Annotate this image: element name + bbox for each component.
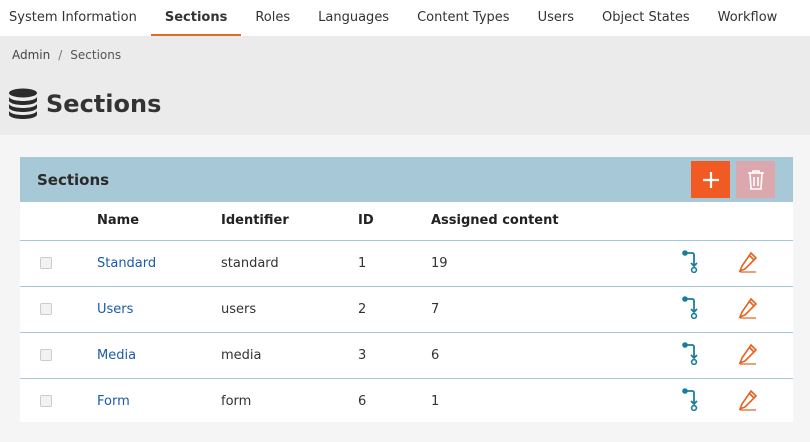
column-header-id: ID [358,202,431,241]
breadcrumb-current: Sections [70,48,122,62]
assigned-content-count: 19 [431,240,679,287]
section-id: 2 [358,286,431,333]
panel-title: Sections [37,170,110,189]
tab-content-types[interactable]: Content Types [403,0,523,36]
section-id: 6 [358,393,367,409]
database-icon [9,88,37,119]
table-row: Standard standard 1 19 [20,240,793,287]
table-row: Form form 6 1 [20,378,793,424]
section-name-link[interactable]: Standard [97,256,156,271]
pencil-icon [738,343,758,365]
content-area: Sections Name Identifier ID Assigned con… [0,135,810,442]
column-header-identifier: Identifier [221,202,358,241]
tab-sections[interactable]: Sections [150,0,242,36]
section-id: 1 [358,240,431,287]
edit-section-button[interactable] [736,342,760,366]
tab-workflow[interactable]: Workflow [704,0,792,36]
pencil-icon [738,297,758,319]
section-name-link[interactable]: Form [97,394,130,409]
section-identifier: users [221,286,358,333]
breadcrumb: Admin / Sections [12,48,121,62]
edit-section-button[interactable] [736,250,760,274]
panel-actions [691,161,775,198]
section-name-link[interactable]: Users [97,302,133,317]
row-checkbox[interactable] [40,257,52,269]
assign-icon [682,250,698,273]
column-header-assigned-content: Assigned content [431,202,679,241]
tab-languages[interactable]: Languages [304,0,403,36]
table-row: Media media 3 6 [20,332,793,379]
table-row: Users users 2 7 [20,286,793,333]
breadcrumb-admin-link[interactable]: Admin [12,48,50,62]
tab-object-states[interactable]: Object States [588,0,704,36]
section-id: 3 [358,332,431,379]
tab-system-information[interactable]: System Information [0,0,151,36]
section-identifier: form [221,393,252,409]
select-column-header [20,202,97,241]
edit-section-button[interactable] [736,388,760,412]
assign-icon [682,342,698,365]
page-title: Sections [46,90,162,118]
breadcrumb-separator: / [58,48,63,62]
pencil-icon [738,389,758,411]
row-checkbox[interactable] [40,349,52,361]
row-checkbox[interactable] [40,395,52,408]
plus-icon [702,171,719,188]
assign-content-button[interactable] [679,249,703,273]
section-name-link[interactable]: Media [97,348,136,363]
assign-column-header [679,202,736,241]
sections-table: Name Identifier ID Assigned content Stan… [20,202,793,424]
edit-section-button[interactable] [736,296,760,320]
page-header: Sections [8,88,161,120]
assign-icon [682,388,698,412]
assign-content-button[interactable] [679,341,703,365]
table-header-row: Name Identifier ID Assigned content [20,202,793,241]
create-section-button[interactable] [691,161,730,198]
delete-sections-button[interactable] [736,161,775,198]
column-header-name: Name [97,202,221,241]
tab-users[interactable]: Users [524,0,588,36]
assigned-content-count: 1 [431,393,440,409]
trash-icon [747,169,764,190]
section-identifier: standard [221,240,358,287]
assigned-content-count: 6 [431,332,679,379]
section-identifier: media [221,332,358,379]
top-navigation: System Information Sections Roles Langua… [0,0,810,36]
sections-panel: Sections Name Identifier ID Assigned con… [20,157,793,422]
edit-column-header [736,202,793,241]
assign-content-button[interactable] [679,387,703,412]
pencil-icon [738,251,758,273]
assign-icon [682,296,698,319]
tab-roles[interactable]: Roles [241,0,304,36]
assign-content-button[interactable] [679,295,703,319]
assigned-content-count: 7 [431,286,679,333]
row-checkbox[interactable] [40,303,52,315]
panel-header: Sections [20,157,793,202]
